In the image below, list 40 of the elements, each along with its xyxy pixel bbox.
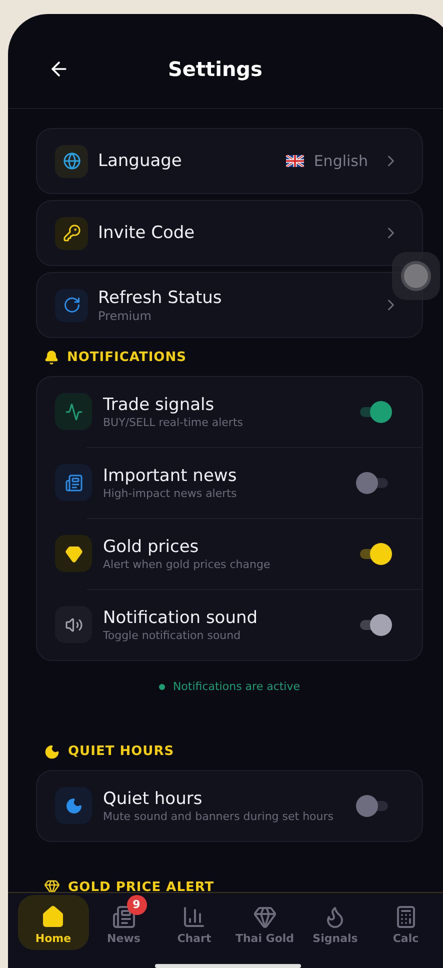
- flag-icon: [286, 155, 304, 167]
- bell-icon: [44, 350, 59, 366]
- bar-chart-icon: [182, 905, 206, 929]
- status-text: Notifications are active: [172, 678, 300, 694]
- nav-tab[interactable]: Home: [18, 895, 88, 950]
- setting-label: Language: [98, 150, 183, 172]
- setting-description: Alert when gold prices change: [103, 558, 272, 572]
- page-title: Settings: [168, 56, 262, 83]
- setting-label: Notification sound: [103, 606, 259, 628]
- settings-card[interactable]: Refresh Status Premium: [36, 272, 423, 338]
- nav-tab[interactable]: Calc: [370, 895, 441, 950]
- notification-badge: 9: [126, 895, 146, 915]
- refresh-icon: [55, 288, 88, 322]
- nav-tab[interactable]: Signals: [300, 895, 370, 950]
- section-title: QUIET HOURS: [68, 743, 174, 761]
- setting-label: Important news: [103, 464, 238, 486]
- key-icon: [55, 216, 88, 250]
- setting-description: High-impact news alerts: [103, 486, 238, 500]
- setting-description: Mute sound and banners during set hours: [103, 810, 335, 824]
- setting-description: Premium: [98, 308, 152, 324]
- nav-tab[interactable]: Chart: [159, 895, 230, 950]
- setting-label: Invite Code: [98, 222, 196, 244]
- globe-icon: [55, 144, 88, 178]
- settings-card[interactable]: Invite Code: [36, 200, 423, 266]
- setting-label: Quiet hours: [103, 788, 204, 810]
- language-value: English: [314, 150, 368, 172]
- setting-description: Toggle notification sound: [103, 628, 242, 642]
- home-icon: [41, 905, 66, 929]
- setting-label: Refresh Status: [98, 286, 223, 308]
- floating-button[interactable]: [392, 252, 440, 300]
- nav-tab[interactable]: News 9: [88, 895, 159, 950]
- setting-description: BUY/SELL real-time alerts: [103, 416, 244, 430]
- nav-tab[interactable]: Thai Gold: [230, 895, 300, 950]
- section-title: NOTIFICATIONS: [67, 349, 186, 367]
- settings-card[interactable]: Language English: [36, 128, 423, 194]
- moon-icon: [44, 744, 60, 760]
- setting-label: Trade signals: [103, 394, 216, 416]
- section-title: GOLD PRICE ALERT: [68, 878, 214, 896]
- diamond-icon: [252, 905, 277, 929]
- setting-label: Gold prices: [103, 536, 200, 558]
